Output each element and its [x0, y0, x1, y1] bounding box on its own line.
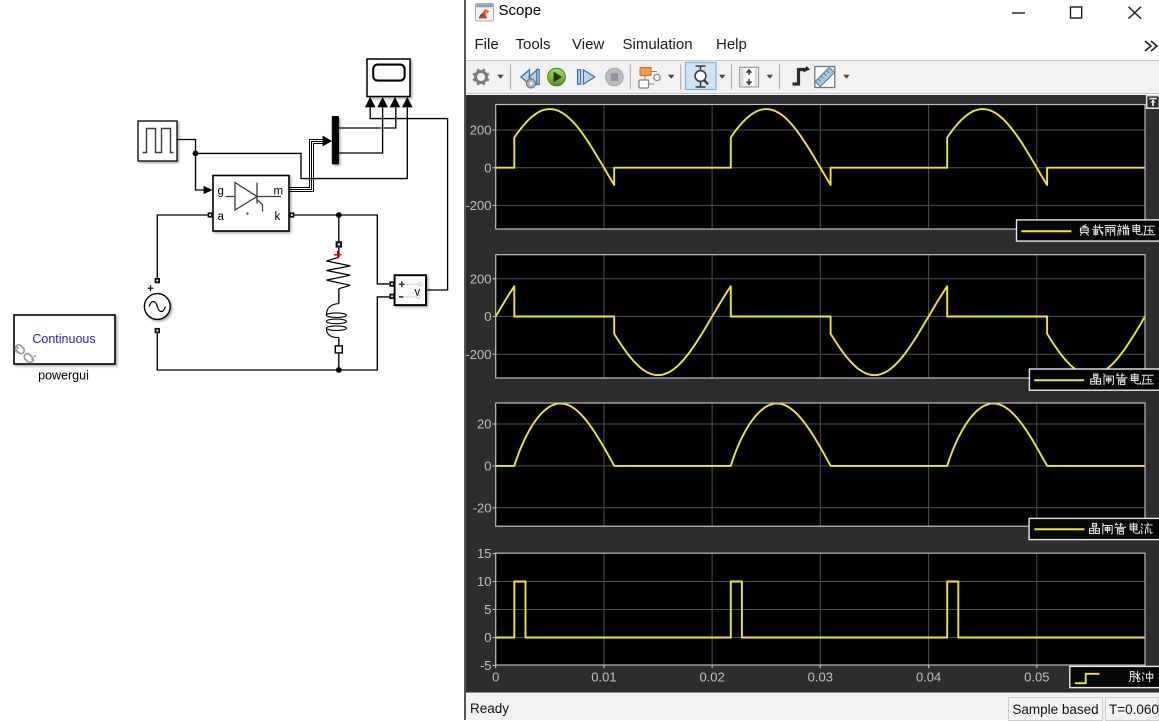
- svg-text:-20: -20: [473, 501, 492, 516]
- svg-text:0: 0: [484, 459, 491, 474]
- svg-text:0.05: 0.05: [1024, 670, 1049, 685]
- svg-text:a: a: [218, 211, 225, 223]
- svg-text:0: 0: [484, 160, 491, 175]
- svg-text:m: m: [274, 186, 284, 198]
- svg-text:200: 200: [470, 272, 492, 287]
- svg-text:200: 200: [470, 123, 492, 138]
- svg-text:0.01: 0.01: [591, 670, 616, 685]
- svg-text:0: 0: [484, 309, 491, 324]
- svg-text:-200: -200: [465, 198, 491, 213]
- svg-text:Continuous: Continuous: [32, 332, 95, 346]
- svg-text:g: g: [218, 186, 224, 198]
- svg-text:15: 15: [477, 546, 491, 561]
- svg-text:0: 0: [484, 630, 491, 645]
- svg-text:0.04: 0.04: [916, 670, 941, 685]
- svg-text:0: 0: [492, 670, 499, 685]
- svg-text:-5: -5: [480, 658, 492, 673]
- svg-text:20: 20: [477, 417, 491, 432]
- svg-text:v: v: [415, 286, 421, 298]
- svg-text:-200: -200: [465, 347, 491, 362]
- svg-text:5: 5: [484, 602, 491, 617]
- svg-text:0.03: 0.03: [808, 670, 833, 685]
- svg-text:0.02: 0.02: [699, 670, 724, 685]
- svg-text:10: 10: [477, 574, 491, 589]
- svg-text:k: k: [275, 211, 281, 223]
- svg-text:powergui: powergui: [38, 369, 89, 383]
